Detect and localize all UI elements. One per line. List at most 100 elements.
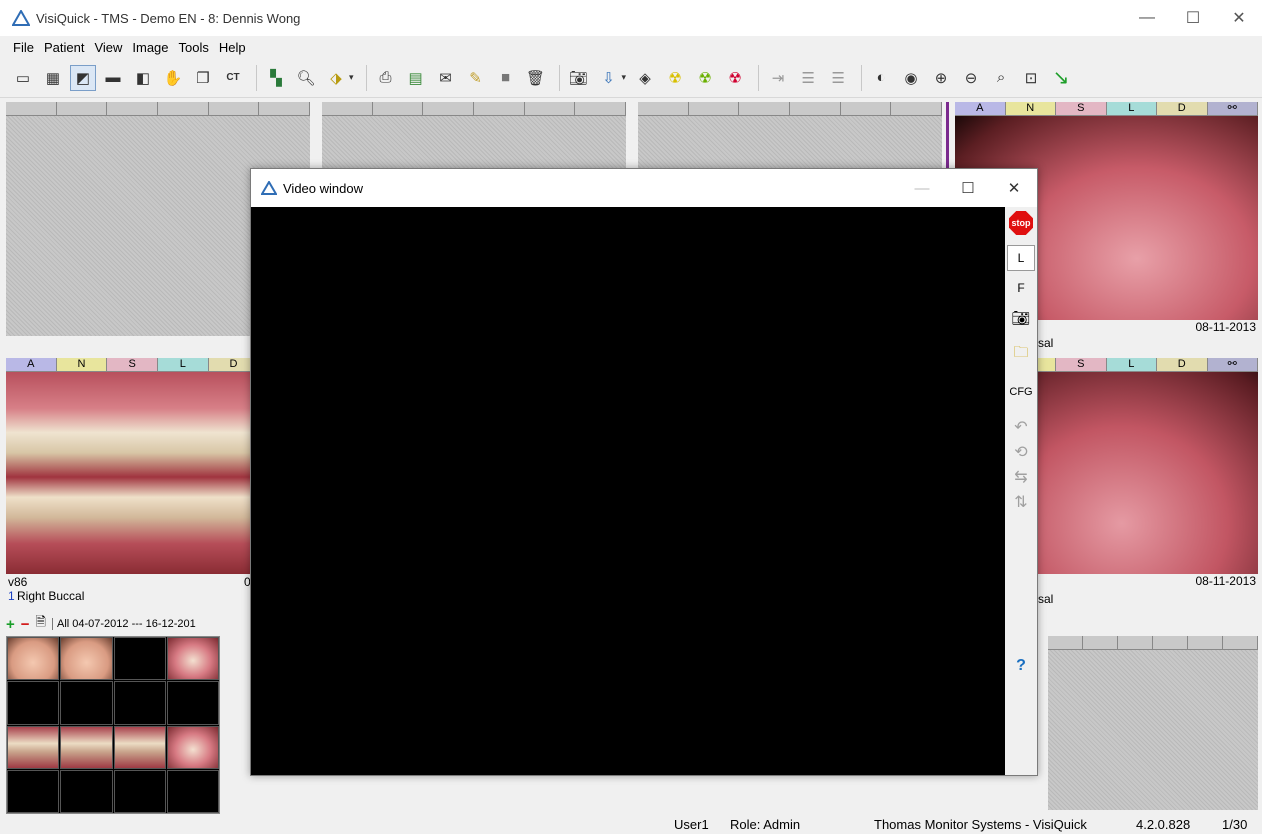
chevron-down-icon[interactable]: ▾ [622, 72, 627, 83]
strip-a[interactable]: A [6, 358, 57, 371]
chevron-down-icon[interactable]: ▾ [349, 72, 354, 83]
video-window-title-bar[interactable]: Video window — ☐ ✕ [251, 169, 1037, 207]
strip-l[interactable]: L [1106, 102, 1157, 115]
xray-icon[interactable]: ◧ [130, 65, 156, 91]
menu-image[interactable]: Image [127, 40, 173, 55]
title-bar[interactable]: VisiQuick - TMS - Demo EN - 8: Dennis Wo… [0, 0, 1262, 36]
radiation-green-icon[interactable]: ☢ [692, 65, 718, 91]
video-preview[interactable] [251, 207, 1005, 775]
stop-button[interactable]: stop [1007, 210, 1035, 236]
live-mode-button[interactable]: L [1007, 245, 1035, 271]
thumbnail-empty[interactable] [60, 681, 113, 725]
strip-d[interactable]: D [1157, 102, 1208, 115]
video-maximize-button[interactable]: ☐ [945, 169, 991, 207]
copy-icon[interactable]: ❐ [190, 65, 216, 91]
radiation-yellow-icon[interactable]: ☢ [662, 65, 688, 91]
thumbnail-lower-occlusal[interactable] [166, 725, 219, 769]
capture-camera-icon[interactable]: 📷︎ [1007, 305, 1035, 331]
thumbnail-upper-occlusal[interactable] [166, 637, 219, 681]
trash-icon[interactable]: 🗑︎ [523, 65, 549, 91]
strip-d[interactable]: D [1157, 358, 1208, 371]
add-folder-icon[interactable]: 🗀 [1007, 341, 1035, 367]
strip-a[interactable]: A [955, 102, 1006, 115]
strip-n[interactable]: N [1005, 102, 1056, 115]
video-minimize-button[interactable]: — [899, 169, 945, 207]
thumbnail-empty[interactable] [113, 637, 166, 681]
list-right-icon[interactable]: ☰ [825, 65, 851, 91]
menu-file[interactable]: File [8, 40, 39, 55]
flip-vertical-icon[interactable]: ⇅ [1007, 489, 1035, 515]
zoom-out-icon[interactable]: ⊖ [958, 65, 984, 91]
fit-window-icon[interactable]: ⊡ [1018, 65, 1044, 91]
minimize-button[interactable]: — [1124, 0, 1170, 36]
zoom-fit-icon[interactable]: ⌕ [988, 65, 1014, 91]
tooth-arrange-icon[interactable]: ⬗ [323, 65, 349, 91]
list-left-icon[interactable]: ☰ [795, 65, 821, 91]
thumbnail-profile[interactable] [7, 637, 60, 681]
thumbnail-left-buccal[interactable] [113, 725, 166, 769]
strip-s[interactable]: S [1056, 102, 1107, 115]
strip-toggle-icon[interactable]: ⚯ [1207, 358, 1258, 371]
brush-icon[interactable]: ✎ [463, 65, 489, 91]
thumbnail-empty[interactable] [113, 769, 166, 813]
zoom-in-icon[interactable]: ⊕ [928, 65, 954, 91]
menu-tools[interactable]: Tools [174, 40, 214, 55]
menu-view[interactable]: View [89, 40, 127, 55]
strip-toggle-icon[interactable]: ⚯ [1207, 102, 1258, 115]
ct-button[interactable]: CT [220, 65, 246, 91]
maximize-button[interactable]: ☐ [1170, 0, 1216, 36]
grid-layout-icon[interactable]: ▚ [263, 65, 289, 91]
magnifier-icon[interactable]: 🔍︎ [293, 65, 319, 91]
blank-icon[interactable]: ■ [493, 65, 519, 91]
eye-icon[interactable]: ◉ [898, 65, 924, 91]
panel-header-strip [322, 102, 627, 116]
thumbnail-empty[interactable] [7, 769, 60, 813]
help-button[interactable]: ? [1007, 653, 1035, 679]
strip-l[interactable]: L [1106, 358, 1157, 371]
image-panel-7[interactable] [1048, 636, 1258, 810]
thumbnail-empty[interactable] [166, 681, 219, 725]
strip-n[interactable]: N [56, 358, 108, 371]
video-close-button[interactable]: ✕ [991, 169, 1037, 207]
thumbnail-empty[interactable] [7, 681, 60, 725]
strip-s[interactable]: S [1056, 358, 1107, 371]
close-button[interactable]: ✕ [1216, 0, 1262, 36]
undo-icon[interactable]: ↶ [1007, 414, 1035, 440]
document-icon[interactable]: ▤ [403, 65, 429, 91]
menu-patient[interactable]: Patient [39, 40, 89, 55]
remove-button[interactable]: − [21, 616, 30, 633]
thumbnail-empty[interactable] [60, 769, 113, 813]
thumbnail-right-buccal[interactable] [7, 725, 60, 769]
menu-help[interactable]: Help [214, 40, 251, 55]
email-icon[interactable]: ✉ [433, 65, 459, 91]
thumbnail-empty[interactable] [166, 769, 219, 813]
thumbnail-empty[interactable] [113, 681, 166, 725]
radiation-red-icon[interactable]: ☢ [722, 65, 748, 91]
thumbnail-smile[interactable] [60, 637, 113, 681]
layout-single-icon[interactable]: ▭ [10, 65, 36, 91]
contrast-icon[interactable]: ◐ [868, 65, 894, 91]
arrow-green-icon[interactable]: ↘ [1048, 65, 1074, 91]
layout-series-icon[interactable]: ▦ [40, 65, 66, 91]
strip-s[interactable]: S [107, 358, 159, 371]
camera-import-icon[interactable]: 📷︎ [566, 65, 592, 91]
video-window[interactable]: Video window — ☐ ✕ stop L F 📷︎ 🗀 CFG ↶ ⟲… [250, 168, 1038, 776]
properties-icon[interactable]: 🗎︎ [36, 613, 46, 635]
status-company: Thomas Monitor Systems - VisiQuick [874, 817, 1087, 832]
strip-l[interactable]: L [158, 358, 209, 371]
freeze-button[interactable]: F [1007, 275, 1035, 301]
image-date: 08-11-2013 [1195, 320, 1257, 334]
tab-all-dates[interactable]: All 04-07-2012 --- 16-12-201 [51, 618, 196, 630]
config-button[interactable]: CFG [1007, 379, 1035, 405]
import-icon[interactable]: ⇩ [596, 65, 622, 91]
panoramic-icon[interactable]: ▬ [100, 65, 126, 91]
export-icon[interactable]: ⇥ [765, 65, 791, 91]
hand-icon[interactable]: ✋ [160, 65, 186, 91]
add-button[interactable]: + [6, 616, 15, 633]
rotate-icon[interactable]: ⟲ [1007, 439, 1035, 465]
compare-images-icon[interactable]: ◩ [70, 64, 96, 91]
print-icon[interactable]: ⎙ [373, 65, 399, 91]
thumbnail-frontal[interactable] [60, 725, 113, 769]
flip-horizontal-icon[interactable]: ⇆ [1007, 464, 1035, 490]
sensor-icon[interactable]: ◈ [632, 65, 658, 91]
